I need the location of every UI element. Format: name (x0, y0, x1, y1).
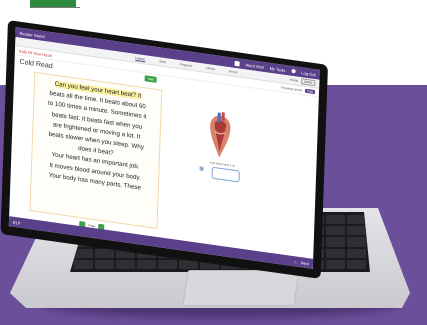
top-link-my-tools[interactable]: My Tools (270, 65, 286, 72)
user-icon[interactable] (291, 68, 296, 74)
tab-library[interactable]: Library (206, 66, 215, 71)
score-value: 00000 (300, 78, 316, 87)
top-link-log-out[interactable]: Log Out (301, 70, 315, 77)
reading-passage: Can you feel your heart beat? It beats a… (29, 71, 163, 230)
tab-skills[interactable]: Skills (159, 59, 166, 64)
divider-line (30, 7, 80, 8)
top-link-word-wall[interactable]: Word Wall (245, 62, 263, 70)
trackpad (182, 270, 300, 306)
score-label: Points (289, 77, 299, 83)
section-title: Cold Read (19, 58, 53, 71)
home-icon[interactable]: ⌂ (294, 259, 297, 264)
tab-bonus[interactable]: Bonus (229, 69, 238, 74)
tab-lesson[interactable]: Lesson (135, 55, 146, 62)
book-icon[interactable] (234, 60, 240, 67)
laptop-screen: Reader Island Word Wall My Tools Log Out… (8, 27, 320, 269)
footer-left-label[interactable]: ELP (13, 219, 21, 225)
speed-badge[interactable]: Fast (305, 88, 316, 95)
answer-input-box[interactable] (211, 166, 240, 183)
tab-progress[interactable]: Progress (180, 62, 192, 68)
score-display: Points 00000 (290, 77, 316, 87)
laptop-lid: Reader Island Word Wall My Tools Log Out… (0, 20, 328, 279)
green-accent-bar (30, 0, 76, 7)
snowflake-icon[interactable]: ❄ (199, 165, 205, 174)
start-button[interactable]: Start (144, 75, 158, 83)
next-button[interactable]: Next (301, 260, 309, 266)
heart-diagram-image (210, 112, 231, 158)
speed-label: Reading Speed (281, 85, 303, 93)
